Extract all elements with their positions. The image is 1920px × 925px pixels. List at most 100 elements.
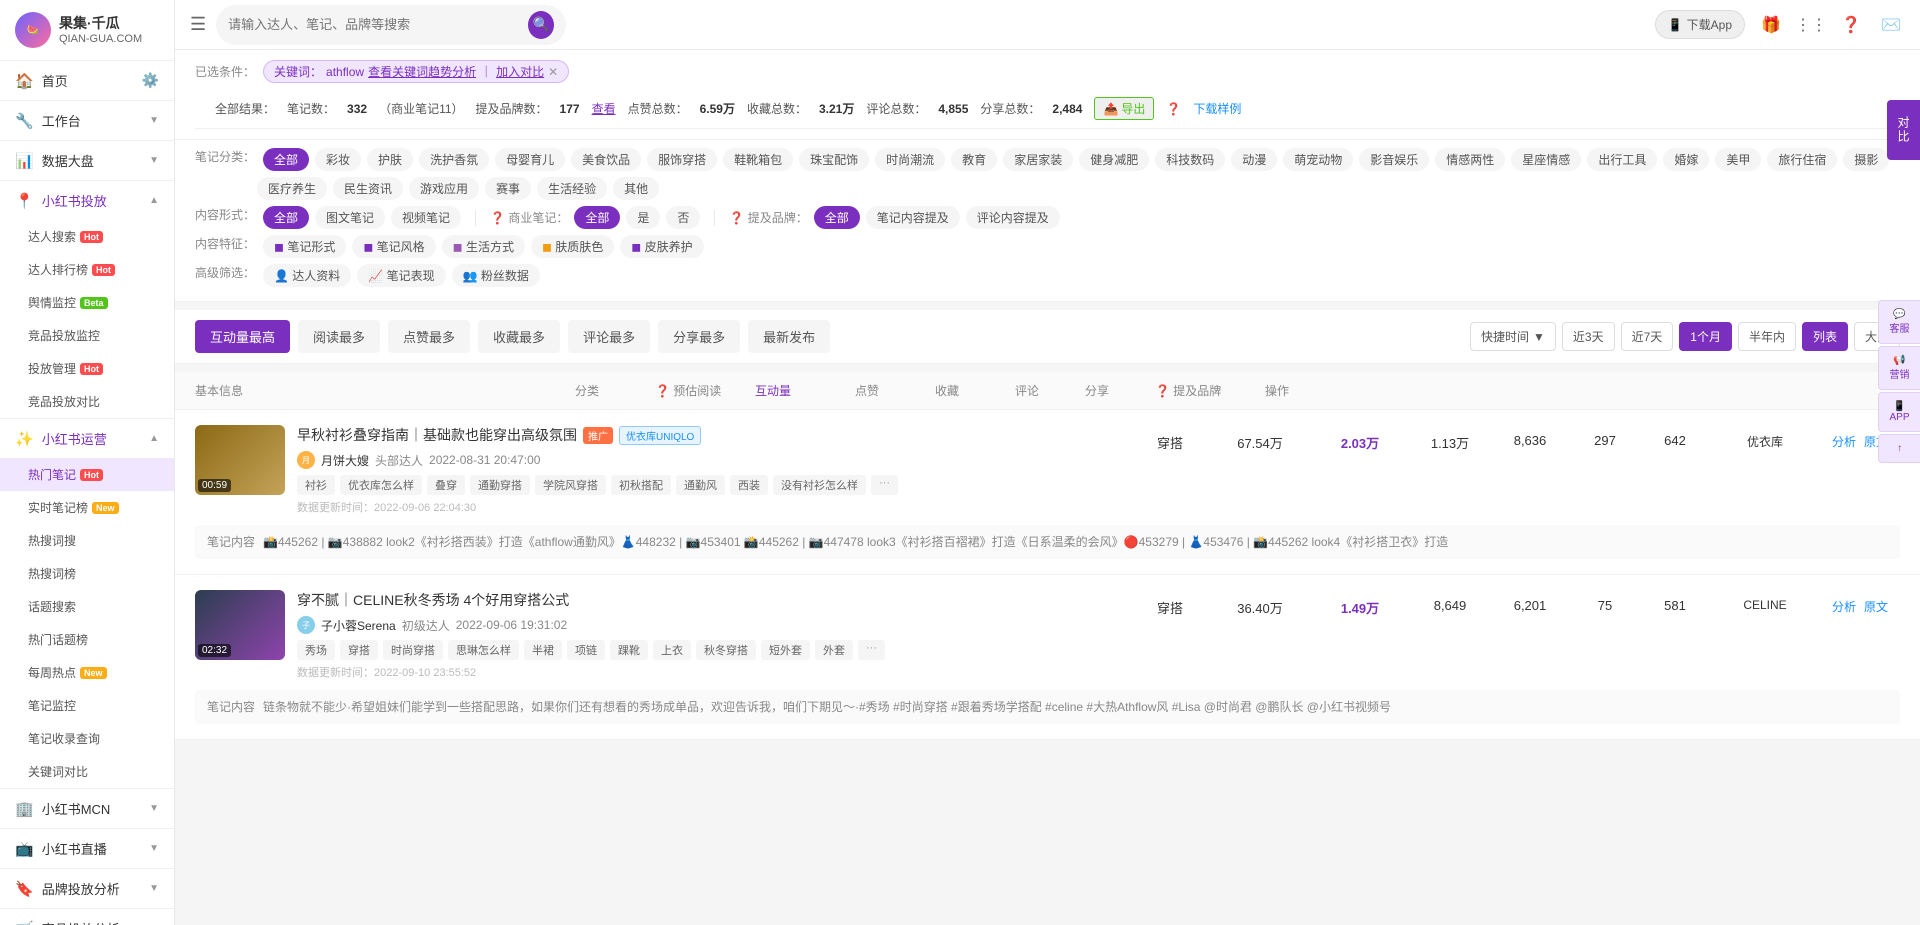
hamburger-icon[interactable]: ☰ xyxy=(190,14,206,35)
sales-btn[interactable]: 📢 营销 xyxy=(1878,346,1920,390)
char-note-form[interactable]: ◼ 笔记形式 xyxy=(263,235,346,258)
card2-tag-6[interactable]: 项链 xyxy=(567,640,605,660)
category-tag-food[interactable]: 美食饮品 xyxy=(571,148,641,171)
sidebar-sub-weekly-hot[interactable]: 每周热点 New xyxy=(0,656,174,689)
category-tag-other[interactable]: 其他 xyxy=(613,177,659,200)
sidebar-sub-note-query[interactable]: 笔记收录查询 xyxy=(0,722,174,755)
card2-tag-1[interactable]: 秀场 xyxy=(297,640,335,660)
sort-tab-interaction[interactable]: 互动量最高 xyxy=(195,320,290,353)
category-tag-astro[interactable]: 星座情感 xyxy=(1511,148,1581,171)
category-tag-travel-tool[interactable]: 出行工具 xyxy=(1587,148,1657,171)
sidebar-sub-topic-rank[interactable]: 热门话题榜 xyxy=(0,623,174,656)
category-tag-home[interactable]: 家居家装 xyxy=(1003,148,1073,171)
sidebar-sub-creator-rank[interactable]: 达人排行榜 Hot xyxy=(0,253,174,286)
gift-icon[interactable]: 🎁 xyxy=(1757,11,1785,39)
content-type-video[interactable]: 视频笔记 xyxy=(391,206,461,229)
card2-tag-5[interactable]: 半裙 xyxy=(524,640,562,660)
card1-thumbnail[interactable]: 00:59 xyxy=(195,425,285,495)
card2-tag-3[interactable]: 时尚穿搭 xyxy=(383,640,443,660)
adv-creator-info[interactable]: 👤 达人资料 xyxy=(263,264,351,287)
category-tag-nail[interactable]: 美甲 xyxy=(1715,148,1761,171)
card1-tag-4[interactable]: 通勤穿搭 xyxy=(470,475,530,495)
close-tag-icon[interactable]: ✕ xyxy=(548,65,558,79)
category-tag-entertainment[interactable]: 影音娱乐 xyxy=(1359,148,1429,171)
time-btn-halfyear[interactable]: 半年内 xyxy=(1738,322,1796,351)
category-tag-anime[interactable]: 动漫 xyxy=(1231,148,1277,171)
sidebar-sub-hot-notes[interactable]: 热门笔记 Hot xyxy=(0,458,174,491)
category-tag-pets[interactable]: 萌宠动物 xyxy=(1283,148,1353,171)
card2-tag-8[interactable]: 上衣 xyxy=(653,640,691,660)
category-tag-photo[interactable]: 摄影 xyxy=(1843,148,1889,171)
card1-tag-8[interactable]: 西装 xyxy=(730,475,768,495)
card2-tag-10[interactable]: 短外套 xyxy=(761,640,810,660)
search-button[interactable]: 🔍 xyxy=(528,11,554,39)
question-icon[interactable]: ❓ xyxy=(1837,11,1865,39)
category-tag-all[interactable]: 全部 xyxy=(263,148,309,171)
category-tag-travel[interactable]: 旅行住宿 xyxy=(1767,148,1837,171)
sidebar-sub-realtime-notes[interactable]: 实时笔记榜 New xyxy=(0,491,174,524)
card2-tag-2[interactable]: 穿搭 xyxy=(340,640,378,660)
char-lifestyle[interactable]: ◼ 生活方式 xyxy=(442,235,525,258)
sort-tab-read[interactable]: 阅读最多 xyxy=(298,320,380,353)
adv-note-perf[interactable]: 📈 笔记表现 xyxy=(357,264,445,287)
card2-original-link[interactable]: 原文 xyxy=(1864,598,1888,615)
card1-tag-7[interactable]: 通勤风 xyxy=(676,475,725,495)
mail-icon[interactable]: ✉️ xyxy=(1877,11,1905,39)
card2-tag-more[interactable]: ··· xyxy=(858,640,885,660)
download-sample-link[interactable]: 下载样例 xyxy=(1193,100,1241,117)
card1-tag-9[interactable]: 没有衬衫怎么样 xyxy=(773,475,866,495)
mention-note[interactable]: 笔记内容提及 xyxy=(866,206,960,229)
sidebar-sub-keyword-compare[interactable]: 关键词对比 xyxy=(0,755,174,788)
mention-all[interactable]: 全部 xyxy=(814,206,860,229)
card2-analyze-link[interactable]: 分析 xyxy=(1832,598,1856,615)
card1-tag-1[interactable]: 衬衫 xyxy=(297,475,335,495)
category-tag-trend[interactable]: 时尚潮流 xyxy=(875,148,945,171)
char-skin-type[interactable]: ◼ 肤质肤色 xyxy=(531,235,614,258)
category-tag-fashion[interactable]: 服饰穿搭 xyxy=(647,148,717,171)
category-tag-tech[interactable]: 科技数码 xyxy=(1155,148,1225,171)
customer-service-btn[interactable]: 💬 客服 xyxy=(1878,300,1920,344)
sidebar-sub-competitor-compare[interactable]: 竞品投放对比 xyxy=(0,385,174,418)
compare-link[interactable]: 加入对比 xyxy=(496,63,544,80)
sidebar-sub-creator-search[interactable]: 达人搜索 Hot xyxy=(0,220,174,253)
app-btn[interactable]: 📱 APP xyxy=(1878,392,1920,432)
brands-view-link[interactable]: 查看 xyxy=(592,100,616,117)
view-btn-list[interactable]: 列表 xyxy=(1802,322,1848,351)
category-tag-life[interactable]: 生活经验 xyxy=(537,177,607,200)
business-all[interactable]: 全部 xyxy=(574,206,620,229)
card1-tag-6[interactable]: 初秋搭配 xyxy=(611,475,671,495)
card1-author-name[interactable]: 月饼大嫂 xyxy=(321,452,369,469)
card1-tag-2[interactable]: 优衣库怎么样 xyxy=(340,475,422,495)
time-select-dropdown[interactable]: 快捷时间 ▼ xyxy=(1470,322,1556,351)
content-type-image[interactable]: 图文笔记 xyxy=(315,206,385,229)
sort-tab-collect[interactable]: 收藏最多 xyxy=(478,320,560,353)
category-tag-shoes[interactable]: 鞋靴箱包 xyxy=(723,148,793,171)
category-tag-health[interactable]: 医疗养生 xyxy=(257,177,327,200)
apps-icon[interactable]: ⋮⋮ xyxy=(1797,11,1825,39)
adv-fan-data[interactable]: 👥 粉丝数据 xyxy=(452,264,540,287)
mention-comment[interactable]: 评论内容提及 xyxy=(966,206,1060,229)
category-tag-game[interactable]: 游戏应用 xyxy=(409,177,479,200)
compare-toggle-btn[interactable]: 对比 xyxy=(1887,100,1920,160)
sidebar-item-xhs-launch[interactable]: 📍 小红书投放 ▲ xyxy=(0,181,174,220)
category-tag-jewelry[interactable]: 珠宝配饰 xyxy=(799,148,869,171)
card2-tag-9[interactable]: 秋冬穿搭 xyxy=(696,640,756,660)
search-input[interactable] xyxy=(228,17,528,32)
trend-analysis-link[interactable]: 查看关键词趋势分析 xyxy=(368,63,476,80)
sort-tab-comment[interactable]: 评论最多 xyxy=(568,320,650,353)
sort-tab-new[interactable]: 最新发布 xyxy=(748,320,830,353)
card1-tag-3[interactable]: 叠穿 xyxy=(427,475,465,495)
sidebar-sub-sentiment[interactable]: 舆情监控 Beta xyxy=(0,286,174,319)
business-no[interactable]: 否 xyxy=(666,206,700,229)
sidebar-sub-launch-mgmt[interactable]: 投放管理 Hot xyxy=(0,352,174,385)
card2-tag-7[interactable]: 踝靴 xyxy=(610,640,648,660)
card2-tag-11[interactable]: 外套 xyxy=(815,640,853,660)
sidebar-sub-topic-search[interactable]: 话题搜索 xyxy=(0,590,174,623)
sidebar-item-brand-launch[interactable]: 🔖 品牌投放分析 ▼ xyxy=(0,869,174,908)
category-tag-bath[interactable]: 洗护香氛 xyxy=(419,148,489,171)
time-btn-3days[interactable]: 近3天 xyxy=(1562,322,1615,351)
category-tag-skincare[interactable]: 护肤 xyxy=(367,148,413,171)
category-tag-wedding[interactable]: 婚嫁 xyxy=(1663,148,1709,171)
sidebar-sub-competitor-monitor[interactable]: 竞品投放监控 xyxy=(0,319,174,352)
card1-tag-5[interactable]: 学院风穿搭 xyxy=(535,475,606,495)
